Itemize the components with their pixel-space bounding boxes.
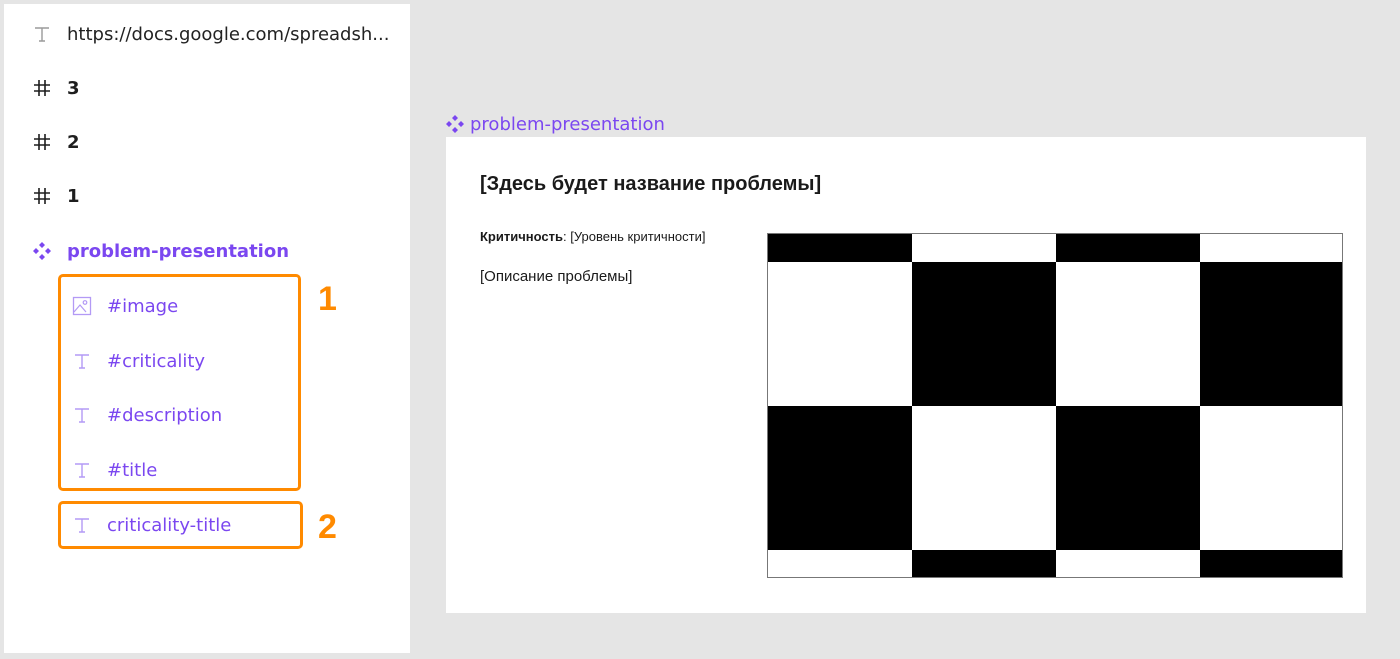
checker-cell — [1200, 262, 1342, 406]
checker-cell — [1056, 406, 1200, 550]
criticality-value[interactable]: [Уровень критичности] — [570, 229, 705, 244]
checker-cell — [912, 550, 1056, 577]
checker-cell — [1200, 550, 1342, 577]
layer-label: 3 — [67, 77, 80, 99]
problem-presentation-frame[interactable]: [Здесь будет название проблемы] Критично… — [446, 137, 1366, 613]
criticality-line: Критичность: [Уровень критичности] — [480, 229, 705, 244]
layer-item-frame-2[interactable]: 2 — [31, 122, 80, 162]
layer-item-frame-1[interactable]: 1 — [31, 176, 80, 216]
frame-hash-icon — [31, 185, 53, 207]
layer-item-component[interactable]: problem-presentation — [31, 231, 289, 271]
layer-item-url-text[interactable]: https://docs.google.com/spreadsh... — [31, 14, 389, 54]
checker-cell — [1056, 234, 1200, 262]
layer-label: problem-presentation — [67, 240, 290, 262]
layer-label: https://docs.google.com/spreadsh... — [67, 23, 390, 45]
checker-cell — [768, 234, 912, 262]
frame-hash-icon — [31, 131, 53, 153]
text-icon — [31, 23, 53, 45]
problem-description[interactable]: [Описание проблемы] — [480, 268, 632, 285]
criticality-title[interactable]: Критичность — [480, 229, 563, 244]
callout-number-1: 1 — [318, 280, 337, 318]
frame-hash-icon — [31, 77, 53, 99]
problem-title[interactable]: [Здесь будет название проблемы] — [480, 173, 821, 196]
frame-label-text: problem-presentation — [470, 113, 665, 135]
callout-number-2: 2 — [318, 508, 337, 546]
component-icon — [31, 240, 53, 262]
image-placeholder[interactable] — [767, 233, 1343, 578]
checker-cell — [912, 262, 1056, 406]
layer-item-frame-3[interactable]: 3 — [31, 68, 80, 108]
highlight-box-group-2 — [58, 501, 303, 549]
highlight-box-group-1 — [58, 274, 301, 491]
layer-label: 2 — [67, 131, 80, 153]
criticality-separator: : — [562, 229, 567, 244]
component-icon — [445, 114, 465, 134]
checker-cell — [768, 406, 912, 550]
layer-label: 1 — [67, 185, 80, 207]
frame-label[interactable]: problem-presentation — [445, 111, 665, 137]
